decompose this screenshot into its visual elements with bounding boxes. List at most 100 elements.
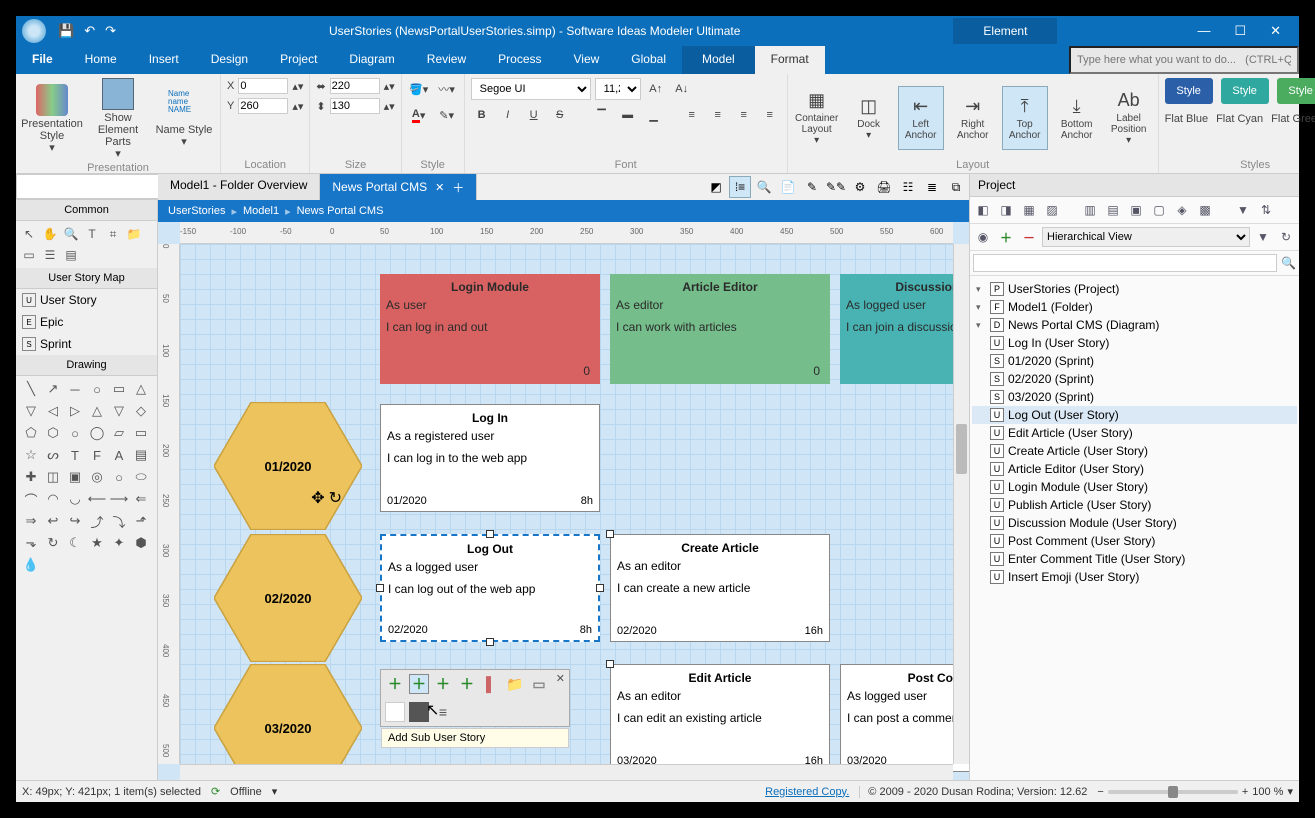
view-icon-6[interactable]: ✎✎: [825, 176, 847, 198]
shape-tool[interactable]: △: [130, 378, 152, 400]
view-icon-10[interactable]: ≣: [921, 176, 943, 198]
breadcrumb-item[interactable]: Model1: [243, 205, 279, 217]
tree-node[interactable]: ULog In (User Story): [972, 334, 1297, 352]
shape-tool[interactable]: ⬏: [130, 510, 152, 532]
font-family-select[interactable]: Segoe UI: [471, 78, 591, 100]
tree-node[interactable]: UEnter Comment Title (User Story): [972, 550, 1297, 568]
tree-node[interactable]: UCreate Article (User Story): [972, 442, 1297, 460]
view-icon-4[interactable]: 📄: [777, 176, 799, 198]
save-icon[interactable]: 💾: [58, 23, 74, 39]
top-anchor-button[interactable]: ⤒Top Anchor: [1002, 86, 1048, 150]
sprint-hexagon[interactable]: 01/2020✥↻: [214, 402, 362, 530]
shape-tool[interactable]: ▽: [20, 400, 42, 422]
menu-diagram[interactable]: Diagram: [333, 46, 410, 74]
user-story-card[interactable]: Create ArticleAs an editorI can create a…: [610, 534, 830, 642]
shape-tool[interactable]: ⬢: [130, 532, 152, 554]
selection-handle[interactable]: [376, 584, 384, 592]
shape-tool[interactable]: ☾: [64, 532, 86, 554]
shape-tool[interactable]: ⬎: [20, 532, 42, 554]
shape-tool[interactable]: ○: [108, 466, 130, 488]
shape-tool[interactable]: ⬠: [20, 422, 42, 444]
proj-btn[interactable]: ◧: [973, 200, 993, 220]
width-input[interactable]: [330, 78, 380, 94]
view-icon-7[interactable]: ⚙: [849, 176, 871, 198]
shape-tool[interactable]: ⇒: [20, 510, 42, 532]
user-story-card[interactable]: Log OutAs a logged userI can log out of …: [380, 534, 600, 642]
shape-tool[interactable]: ─: [64, 378, 86, 400]
tree-node[interactable]: S01/2020 (Sprint): [972, 352, 1297, 370]
tree-node[interactable]: ▾FModel1 (Folder): [972, 298, 1297, 316]
tree-node[interactable]: S02/2020 (Sprint): [972, 370, 1297, 388]
view-icon-3[interactable]: 🔍: [753, 176, 775, 198]
tab-close-icon[interactable]: ✕: [435, 181, 444, 194]
project-panel-header[interactable]: Project: [970, 174, 1299, 197]
horizontal-scrollbar[interactable]: [180, 764, 953, 780]
shape-tool[interactable]: ○: [86, 378, 108, 400]
breadcrumb-item[interactable]: News Portal CMS: [297, 205, 384, 217]
tab-model1[interactable]: Model1 - Folder Overview: [158, 174, 320, 200]
shape-tool[interactable]: △: [86, 400, 108, 422]
tree-node[interactable]: UInsert Emoji (User Story): [972, 568, 1297, 586]
epic-card[interactable]: Article EditorAs editorI can work with a…: [610, 274, 830, 384]
tree-node[interactable]: S03/2020 (Sprint): [972, 388, 1297, 406]
underline-button[interactable]: U: [523, 104, 545, 126]
align-top-button[interactable]: ▔: [591, 104, 613, 126]
menu-process[interactable]: Process: [482, 46, 557, 74]
tree-node[interactable]: UEdit Article (User Story): [972, 424, 1297, 442]
menu-global[interactable]: Global: [615, 46, 682, 74]
strike-button[interactable]: S: [549, 104, 571, 126]
label-position-button[interactable]: AbLabel Position ▾: [1106, 86, 1152, 150]
shape-tool[interactable]: ▣: [64, 466, 86, 488]
popup-close-icon[interactable]: ✕: [556, 672, 565, 685]
menu-view[interactable]: View: [558, 46, 616, 74]
list-tool-icon[interactable]: ☰: [41, 246, 59, 264]
crop-tool-icon[interactable]: ⌗: [104, 225, 122, 243]
registered-link[interactable]: Registered Copy.: [765, 786, 849, 798]
toolbox-search-input[interactable]: [16, 174, 164, 199]
text-tool-icon[interactable]: T: [83, 225, 101, 243]
selection-handle[interactable]: [486, 530, 494, 538]
container-layout-button[interactable]: ▦Container Layout ▾: [794, 86, 840, 150]
maximize-icon[interactable]: ☐: [1234, 23, 1246, 39]
shape-tool[interactable]: A: [108, 444, 130, 466]
panel-usm-header[interactable]: User Story Map: [16, 268, 157, 289]
italic-button[interactable]: I: [497, 104, 519, 126]
project-search-input[interactable]: [973, 254, 1277, 272]
add-icon[interactable]: ＋: [385, 674, 405, 694]
line-style-button[interactable]: 〰▾: [436, 78, 458, 100]
selection-handle[interactable]: [606, 530, 614, 538]
add-sub-icon[interactable]: ＋: [409, 674, 429, 694]
view-icon-1[interactable]: ◩: [705, 176, 727, 198]
left-anchor-button[interactable]: ⇤Left Anchor: [898, 86, 944, 150]
tool-sprint[interactable]: SSprint: [16, 333, 157, 355]
shape-tool[interactable]: 💧: [20, 554, 42, 576]
menu-model[interactable]: Model: [682, 46, 755, 74]
view-icon-11[interactable]: ⧉: [945, 176, 967, 198]
shape-tool[interactable]: ↻: [42, 532, 64, 554]
tree-node[interactable]: ULogin Module (User Story): [972, 478, 1297, 496]
shape-tool[interactable]: ⬭: [130, 466, 152, 488]
tree-node[interactable]: UPublish Article (User Story): [972, 496, 1297, 514]
grow-font-icon[interactable]: A↑: [645, 78, 667, 100]
breadcrumb-item[interactable]: UserStories: [168, 205, 225, 217]
tab-news-portal[interactable]: News Portal CMS✕＋: [320, 174, 477, 200]
view-icon-2[interactable]: ⁞≡: [729, 176, 751, 198]
add-icon[interactable]: ＋: [433, 674, 453, 694]
stack-tool-icon[interactable]: ▤: [62, 246, 80, 264]
tree-node[interactable]: ULog Out (User Story): [972, 406, 1297, 424]
shape-tool[interactable]: ↗: [42, 378, 64, 400]
shape-tool[interactable]: ◡: [64, 488, 86, 510]
bold-button[interactable]: B: [471, 104, 493, 126]
color-icon[interactable]: ▌: [481, 674, 501, 694]
view-icon-5[interactable]: ✎: [801, 176, 823, 198]
name-style-button[interactable]: NamenameNAMEName Style ▾: [154, 90, 214, 148]
dock-button[interactable]: ◫Dock ▾: [846, 86, 892, 150]
shape-tool[interactable]: ⬡: [42, 422, 64, 444]
right-anchor-button[interactable]: ⇥Right Anchor: [950, 86, 996, 150]
selection-handle[interactable]: [596, 584, 604, 592]
presentation-style-button[interactable]: Presentation Style ▾: [22, 84, 82, 154]
rect-tool-icon[interactable]: ▭: [20, 246, 38, 264]
status-offline[interactable]: Offline: [230, 786, 262, 798]
selection-handle[interactable]: [606, 660, 614, 668]
menu-project[interactable]: Project: [264, 46, 333, 74]
